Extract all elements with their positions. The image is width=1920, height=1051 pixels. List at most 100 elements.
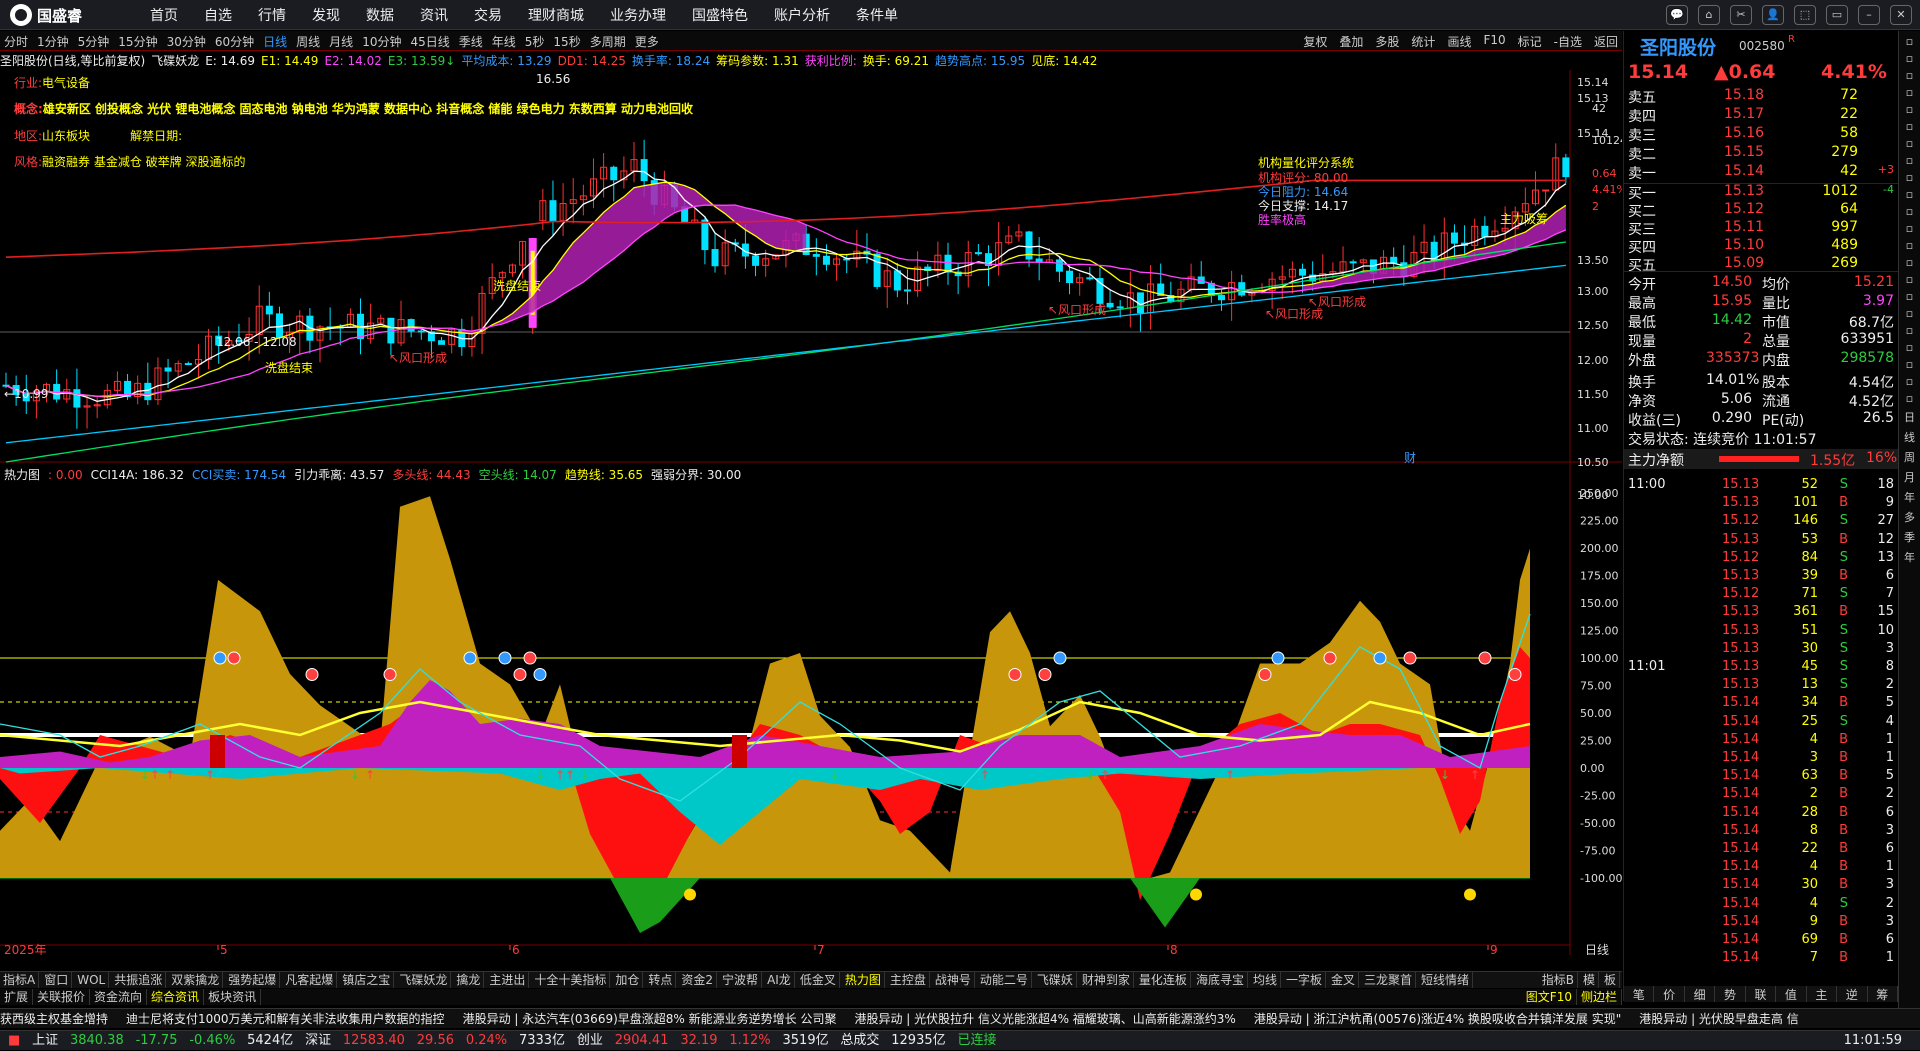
indicator-tab-8[interactable]: 飞碟妖龙 xyxy=(396,972,452,988)
indicator-tab-28[interactable]: 金叉 xyxy=(1328,972,1359,988)
side-tool-icon[interactable]: ▫ xyxy=(1899,324,1920,337)
period-tab-16[interactable]: 更多 xyxy=(635,33,659,50)
window-button-icon-6[interactable]: – xyxy=(1858,5,1880,25)
indicator-tab-25[interactable]: 海底寻宝 xyxy=(1193,972,1248,988)
menu-item-9[interactable]: 国盛特色 xyxy=(692,5,748,25)
side-tool-icon[interactable]: ▫ xyxy=(1899,307,1920,320)
chart-tool-0[interactable]: 复权 xyxy=(1303,33,1327,50)
indicator-tab-27[interactable]: 一字板 xyxy=(1283,972,1326,988)
side-tab-5[interactable]: 多 xyxy=(1899,509,1920,525)
side-tool-icon[interactable]: ▫ xyxy=(1899,256,1920,269)
indicator-tab-11[interactable]: 十全十美指标 xyxy=(531,972,611,988)
indicator-tab-9[interactable]: 擒龙 xyxy=(453,972,485,988)
side-tool-icon[interactable]: ▫ xyxy=(1899,86,1920,99)
indicator-tab-21[interactable]: 动能二号 xyxy=(977,972,1032,988)
chart-tool-7[interactable]: -自选 xyxy=(1554,33,1582,50)
period-tab-7[interactable]: 周线 xyxy=(296,33,320,50)
indicator-tab-12[interactable]: 加仓 xyxy=(612,972,644,988)
side-tool-icon[interactable]: ▫ xyxy=(1899,239,1920,252)
side-tool-icon[interactable]: ▫ xyxy=(1899,154,1920,167)
window-button-icon-3[interactable]: 👤 xyxy=(1762,5,1784,25)
menu-item-10[interactable]: 账户分析 xyxy=(774,5,830,25)
indicator-tab-5[interactable]: 强势起爆 xyxy=(225,972,281,988)
window-button-icon-2[interactable]: ✂ xyxy=(1730,5,1752,25)
side-tab-4[interactable]: 年 xyxy=(1899,489,1920,505)
chart-tool-6[interactable]: 标记 xyxy=(1518,33,1542,50)
side-tool-icon[interactable]: ▫ xyxy=(1899,273,1920,286)
news-item[interactable]: 获西级主权基金增持 xyxy=(0,1012,108,1026)
period-tab-14[interactable]: 15秒 xyxy=(553,33,580,50)
period-tab-4[interactable]: 30分钟 xyxy=(167,33,206,50)
info-tab-right[interactable]: 侧边栏 xyxy=(1577,989,1622,1005)
menu-item-7[interactable]: 理财商城 xyxy=(528,5,584,25)
quote-tab-4[interactable]: 联 xyxy=(1746,986,1777,1002)
news-item[interactable]: 港股异动 | 浙江沪杭甬(00576)涨近4% 换股吸收合并镇洋发展 实现" xyxy=(1254,1012,1621,1026)
stock-name[interactable]: 圣阳股份 xyxy=(1640,33,1716,60)
side-tab-7[interactable]: 年 xyxy=(1899,549,1920,565)
side-tab-2[interactable]: 周 xyxy=(1899,449,1920,465)
indicator-tab-0[interactable]: 指标A xyxy=(0,972,40,988)
period-tab-15[interactable]: 多周期 xyxy=(590,33,626,50)
indicator-tab-18[interactable]: 热力图 xyxy=(842,972,885,988)
menu-item-2[interactable]: 行情 xyxy=(258,5,286,25)
side-tool-icon[interactable]: ▫ xyxy=(1899,392,1920,405)
info-tab-0[interactable]: 扩展 xyxy=(0,989,34,1005)
indicator-tab-4[interactable]: 双紫擒龙 xyxy=(168,972,224,988)
period-tab-12[interactable]: 年线 xyxy=(492,33,516,50)
window-button-icon-0[interactable]: 💬 xyxy=(1666,5,1688,25)
quote-tab-1[interactable]: 价 xyxy=(1654,986,1685,1002)
period-tab-11[interactable]: 季线 xyxy=(459,33,483,50)
side-tool-icon[interactable]: ▫ xyxy=(1899,188,1920,201)
indicator-tab-20[interactable]: 战神号 xyxy=(932,972,975,988)
news-ticker[interactable]: 获西级主权基金增持 迪士尼将支付1000万美元和解有关非法收集用户数据的指控 港股异… xyxy=(0,1008,1920,1028)
indicator-tab-3[interactable]: 共振追涨 xyxy=(111,972,167,988)
indicator-tab-6[interactable]: 凡客起爆 xyxy=(282,972,338,988)
indicator-tab-24[interactable]: 量化连板 xyxy=(1136,972,1191,988)
news-item[interactable]: 港股异动 | 光伏股拉升 信义光能涨超4% 福耀玻璃、山高新能源涨约3% xyxy=(854,1012,1235,1026)
period-tab-1[interactable]: 1分钟 xyxy=(37,33,69,50)
news-item[interactable]: 港股异动 | 永达汽车(03669)早盘涨超8% 新能源业务逆势增长 公司聚 xyxy=(463,1012,837,1026)
period-tab-5[interactable]: 60分钟 xyxy=(215,33,254,50)
side-tool-icon[interactable]: ▫ xyxy=(1899,69,1920,82)
indicator-tab-23[interactable]: 财神到家 xyxy=(1079,972,1134,988)
indicator-tab-right-0[interactable]: 指标B xyxy=(1539,972,1578,988)
indicator-tab-30[interactable]: 短线情绪 xyxy=(1418,972,1474,988)
period-tab-6[interactable]: 日线 xyxy=(263,33,287,50)
news-item[interactable]: 迪士尼将支付1000万美元和解有关非法收集用户数据的指控 xyxy=(126,1012,445,1026)
menu-item-0[interactable]: 首页 xyxy=(150,5,178,25)
news-item[interactable]: 港股异动 | 光伏股早盘走高 信 xyxy=(1639,1012,1799,1026)
indicator-tab-22[interactable]: 飞碟妖 xyxy=(1034,972,1077,988)
indicator-tab-7[interactable]: 镇店之宝 xyxy=(339,972,395,988)
indicator-tab-right-2[interactable]: 板 xyxy=(1601,972,1620,988)
period-tab-2[interactable]: 5分钟 xyxy=(78,33,110,50)
indicator-tab-15[interactable]: 宁波帮 xyxy=(719,972,763,988)
menu-item-4[interactable]: 数据 xyxy=(366,5,394,25)
menu-item-3[interactable]: 发现 xyxy=(312,5,340,25)
period-tab-0[interactable]: 分时 xyxy=(4,33,28,50)
ask-row[interactable]: 卖四 15.17 22 xyxy=(1624,106,1898,125)
side-tool-icon[interactable]: ▫ xyxy=(1899,375,1920,388)
indicator-tab-16[interactable]: AI龙 xyxy=(764,972,795,988)
chart-tool-4[interactable]: 画线 xyxy=(1447,33,1471,50)
window-button-icon-1[interactable]: ⌂ xyxy=(1698,5,1720,25)
quote-tab-6[interactable]: 主 xyxy=(1807,986,1838,1002)
period-tab-8[interactable]: 月线 xyxy=(329,33,353,50)
period-tab-10[interactable]: 45日线 xyxy=(410,33,449,50)
bid-row[interactable]: 买四 15.10 489 xyxy=(1624,237,1898,256)
bid-row[interactable]: 买一 15.13 1012 -4 xyxy=(1624,183,1898,202)
chart-tool-5[interactable]: F10 xyxy=(1483,33,1505,50)
quote-tab-8[interactable]: 筹 xyxy=(1868,986,1898,1002)
side-tab-0[interactable]: 日 xyxy=(1899,409,1920,425)
menu-item-11[interactable]: 条件单 xyxy=(856,5,898,25)
quote-tab-2[interactable]: 细 xyxy=(1685,986,1716,1002)
chart-tool-1[interactable]: 叠加 xyxy=(1339,33,1363,50)
bid-row[interactable]: 买二 15.12 64 xyxy=(1624,201,1898,220)
period-tab-3[interactable]: 15分钟 xyxy=(118,33,157,50)
side-tool-icon[interactable]: ▫ xyxy=(1899,35,1920,48)
app-logo[interactable]: 国盛睿 xyxy=(10,4,82,26)
indicator-tab-2[interactable]: WOL xyxy=(74,972,110,988)
ask-row[interactable]: 卖三 15.16 58 xyxy=(1624,125,1898,144)
period-tab-13[interactable]: 5秒 xyxy=(525,33,545,50)
side-tab-1[interactable]: 线 xyxy=(1899,429,1920,445)
menu-item-5[interactable]: 资讯 xyxy=(420,5,448,25)
